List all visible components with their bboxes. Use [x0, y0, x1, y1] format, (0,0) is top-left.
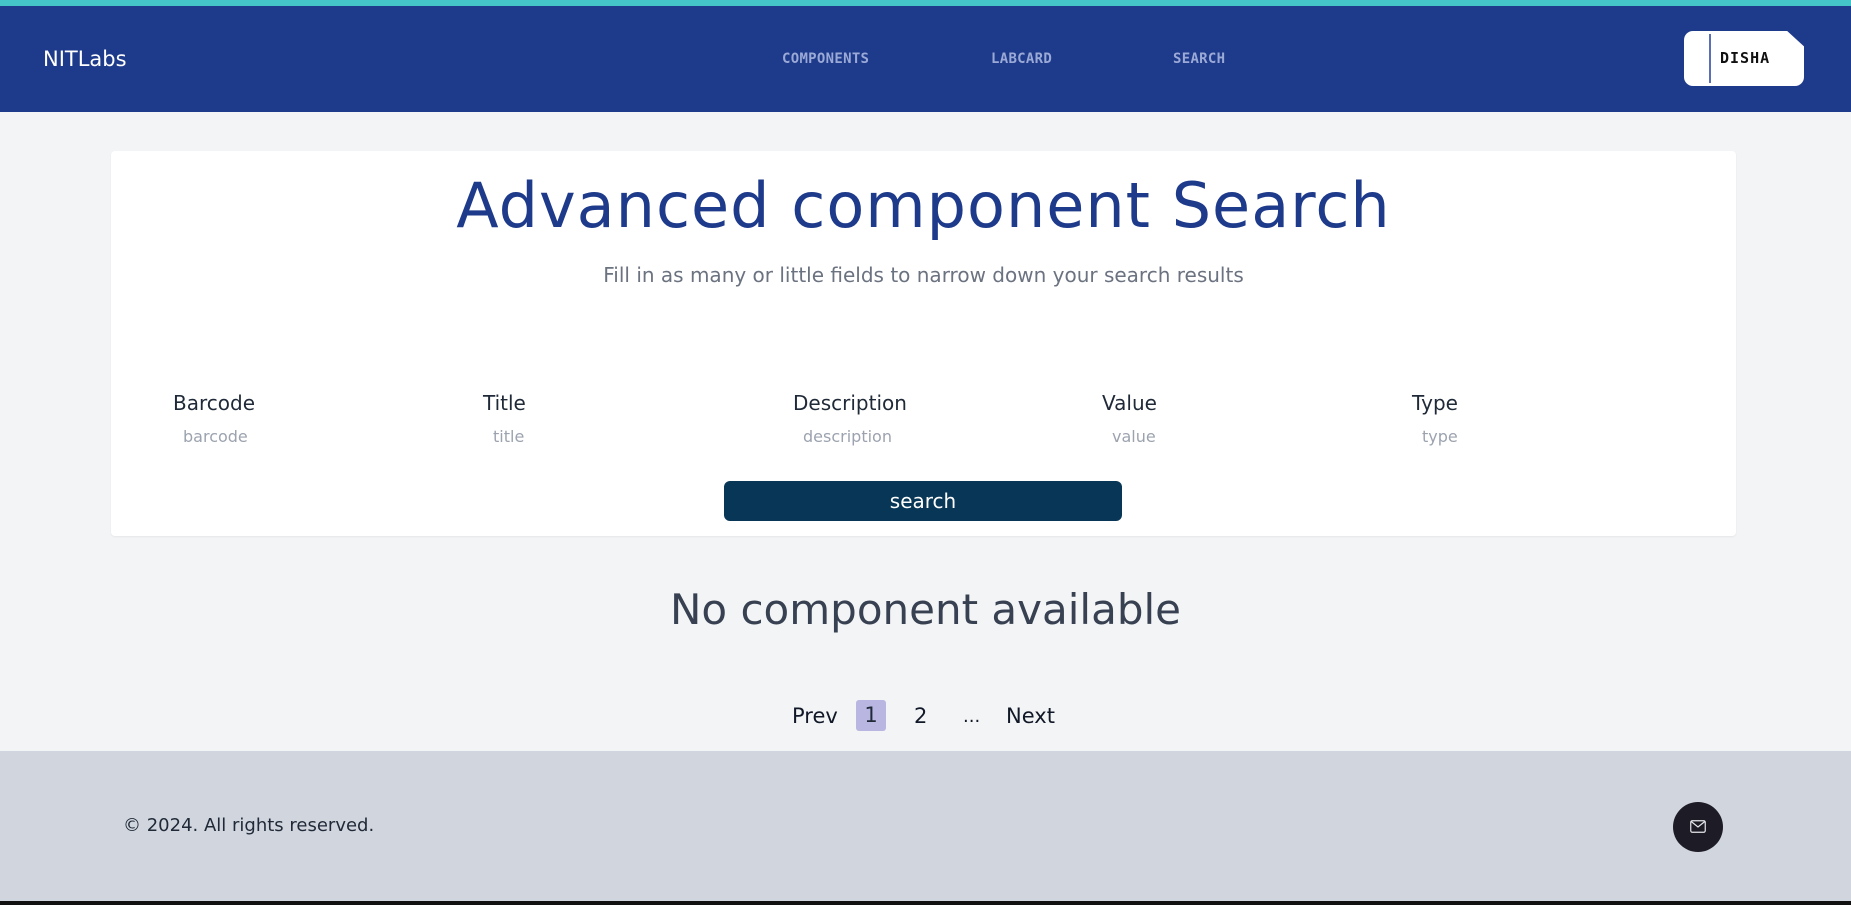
description-input[interactable] — [803, 427, 1023, 446]
description-field: Description — [731, 391, 1031, 446]
search-card: Advanced component Search Fill in as man… — [111, 151, 1736, 536]
page-subtitle: Fill in as many or little fields to narr… — [603, 263, 1244, 287]
brand-logo[interactable]: NITLabs — [43, 47, 127, 71]
contact-mail-button[interactable] — [1673, 802, 1723, 852]
type-input[interactable] — [1422, 427, 1642, 446]
user-name: DISHA — [1720, 49, 1771, 67]
type-field: Type — [1350, 391, 1650, 446]
mail-icon — [1690, 820, 1706, 833]
nav-link-search[interactable]: SEARCH — [1173, 51, 1225, 67]
pagination-prev[interactable]: Prev — [792, 704, 838, 728]
navbar: NITLabs COMPONENTS LABCARD SEARCH DISHA — [0, 6, 1851, 112]
barcode-label: Barcode — [173, 391, 255, 415]
title-field: Title — [421, 391, 721, 446]
pagination-next[interactable]: Next — [1006, 704, 1055, 728]
type-label: Type — [1412, 391, 1458, 415]
barcode-input[interactable] — [183, 427, 403, 446]
title-input[interactable] — [493, 427, 713, 446]
bottom-edge — [0, 901, 1851, 905]
copyright-text: © 2024. All rights reserved. — [123, 815, 375, 836]
value-input[interactable] — [1112, 427, 1332, 446]
footer: © 2024. All rights reserved. — [0, 751, 1851, 901]
barcode-field: Barcode — [111, 391, 411, 446]
page-title: Advanced component Search — [456, 169, 1391, 242]
nav-link-labcard[interactable]: LABCARD — [991, 51, 1052, 67]
nav-link-components[interactable]: COMPONENTS — [782, 51, 869, 67]
pagination-page-1[interactable]: 1 — [856, 700, 886, 731]
value-label: Value — [1102, 391, 1157, 415]
empty-results-message: No component available — [670, 585, 1181, 634]
value-field: Value — [1040, 391, 1340, 446]
pagination-ellipsis: ... — [963, 706, 981, 727]
title-label: Title — [483, 391, 526, 415]
pagination-page-2[interactable]: 2 — [914, 704, 927, 728]
search-button[interactable]: search — [724, 481, 1122, 521]
user-button-divider — [1709, 34, 1711, 83]
user-menu-button[interactable]: DISHA — [1684, 31, 1804, 86]
description-label: Description — [793, 391, 907, 415]
